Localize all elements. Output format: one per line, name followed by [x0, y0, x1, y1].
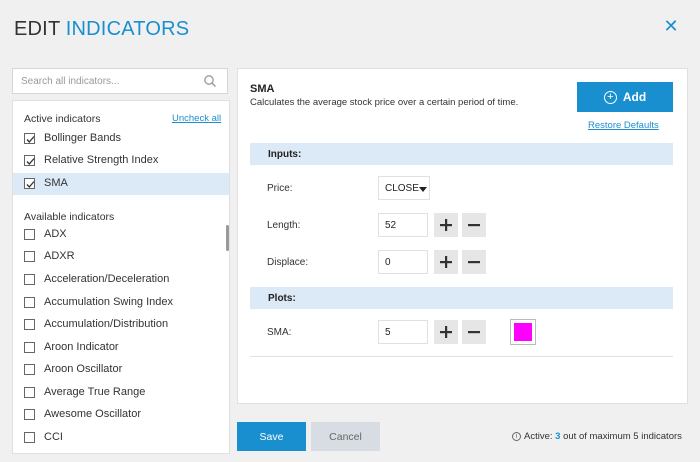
close-icon[interactable]: ✕ [661, 16, 681, 36]
plots-section-header: Plots: [250, 287, 673, 309]
available-item-adxr[interactable]: ADXR [13, 246, 229, 268]
info-icon: i [512, 432, 521, 441]
active-item-relative-strength-index[interactable]: Relative Strength Index [13, 150, 229, 172]
color-swatch-fill [514, 323, 532, 341]
cancel-button[interactable]: Cancel [311, 422, 380, 451]
available-item-aroon-oscillator[interactable]: Aroon Oscillator [13, 359, 229, 381]
price-select[interactable]: CLOSE [378, 176, 430, 200]
list-item-label: SMA [44, 177, 68, 189]
minus-icon [468, 261, 480, 264]
available-item-aroon-indicator[interactable]: Aroon Indicator [13, 337, 229, 359]
checkbox-unchecked[interactable] [24, 229, 35, 240]
list-scrollbar[interactable] [226, 225, 229, 251]
search-input[interactable] [21, 73, 196, 89]
plus-icon [440, 326, 452, 338]
checkbox-unchecked[interactable] [24, 297, 35, 308]
checkbox-checked[interactable] [24, 155, 35, 166]
inputs-heading: Inputs: [268, 149, 302, 160]
price-label: Price: [267, 183, 293, 194]
active-item-bollinger-bands[interactable]: Bollinger Bands [13, 128, 229, 150]
plots-heading: Plots: [268, 293, 296, 304]
active-indicators-heading: Active indicators [24, 113, 101, 125]
available-item-accumulation-swing-index[interactable]: Accumulation Swing Index [13, 292, 229, 314]
checkbox-unchecked[interactable] [24, 342, 35, 353]
list-item-label: Average True Range [44, 386, 146, 398]
available-indicators-heading: Available indicators [24, 211, 115, 223]
inputs-section-header: Inputs: [250, 143, 673, 165]
list-item-label: Awesome Oscillator [44, 408, 141, 420]
displace-decrement-button[interactable] [462, 250, 486, 274]
dialog-header: EDIT INDICATORS ✕ [0, 0, 700, 58]
sma-plot-input[interactable] [378, 320, 428, 344]
search-box [12, 68, 228, 94]
active-count: 3 [555, 431, 561, 442]
add-button[interactable]: + Add [577, 82, 673, 112]
available-item-acceleration-deceleration[interactable]: Acceleration/Deceleration [13, 269, 229, 291]
minus-icon [468, 331, 480, 334]
title-edit: EDIT [14, 18, 60, 40]
length-increment-button[interactable] [434, 213, 458, 237]
available-item-cci[interactable]: CCI [13, 427, 229, 449]
list-item-label: Acceleration/Deceleration [44, 273, 170, 285]
minus-icon [468, 224, 480, 227]
available-item-average-true-range[interactable]: Average True Range [13, 382, 229, 404]
checkbox-unchecked[interactable] [24, 409, 35, 420]
plus-icon [440, 256, 452, 268]
indicator-list-panel: Active indicators Uncheck all Bollinger … [12, 100, 230, 454]
list-item-label: Accumulation Swing Index [44, 296, 174, 308]
indicator-description: Calculates the average stock price over … [250, 97, 519, 108]
available-item-awesome-oscillator[interactable]: Awesome Oscillator [13, 404, 229, 426]
list-item-label: Aroon Indicator [44, 341, 119, 353]
length-decrement-button[interactable] [462, 213, 486, 237]
displace-input[interactable] [378, 250, 428, 274]
length-label: Length: [267, 220, 301, 231]
plus-icon [440, 219, 452, 231]
info-suffix: out of maximum 5 indicators [563, 431, 682, 442]
checkbox-unchecked[interactable] [24, 387, 35, 398]
sma-increment-button[interactable] [434, 320, 458, 344]
checkbox-unchecked[interactable] [24, 364, 35, 375]
add-button-label: Add [622, 89, 647, 104]
active-count-info: i Active: 3 out of maximum 5 indicators [512, 431, 682, 442]
search-icon[interactable] [203, 74, 217, 88]
checkbox-unchecked[interactable] [24, 274, 35, 285]
checkbox-checked[interactable] [24, 178, 35, 189]
list-item-label: Accumulation/Distribution [44, 318, 169, 330]
list-item-label: Aroon Oscillator [44, 363, 123, 375]
sma-plot-label: SMA: [267, 327, 292, 338]
dialog-title: EDIT INDICATORS [14, 18, 189, 41]
restore-defaults-link[interactable]: Restore Defaults [588, 120, 659, 131]
list-item-label: Bollinger Bands [44, 132, 122, 144]
price-select-value: CLOSE [385, 183, 419, 194]
divider [250, 356, 673, 357]
displace-increment-button[interactable] [434, 250, 458, 274]
checkbox-checked[interactable] [24, 133, 35, 144]
checkbox-unchecked[interactable] [24, 251, 35, 262]
list-item-label: CCI [44, 431, 63, 443]
sma-decrement-button[interactable] [462, 320, 486, 344]
info-prefix: Active: [524, 431, 553, 442]
available-item-accumulation-distribution[interactable]: Accumulation/Distribution [13, 314, 229, 336]
length-input[interactable] [378, 213, 428, 237]
indicator-name: SMA [250, 83, 275, 95]
checkbox-unchecked[interactable] [24, 319, 35, 330]
list-item-label: ADX [44, 228, 67, 240]
indicator-settings-panel: SMA Calculates the average stock price o… [237, 68, 688, 404]
checkbox-unchecked[interactable] [24, 432, 35, 443]
displace-label: Displace: [267, 257, 309, 268]
uncheck-all-link[interactable]: Uncheck all [172, 113, 221, 124]
plus-circle-icon: + [603, 91, 617, 105]
sma-color-picker[interactable] [510, 319, 536, 345]
available-item-adx[interactable]: ADX [13, 224, 229, 246]
save-button[interactable]: Save [237, 422, 306, 451]
active-item-sma[interactable]: SMA [13, 173, 229, 195]
list-item-label: ADXR [44, 250, 75, 262]
list-item-label: Relative Strength Index [44, 154, 159, 166]
title-indicators: INDICATORS [65, 18, 190, 40]
caret-down-icon [419, 187, 427, 192]
